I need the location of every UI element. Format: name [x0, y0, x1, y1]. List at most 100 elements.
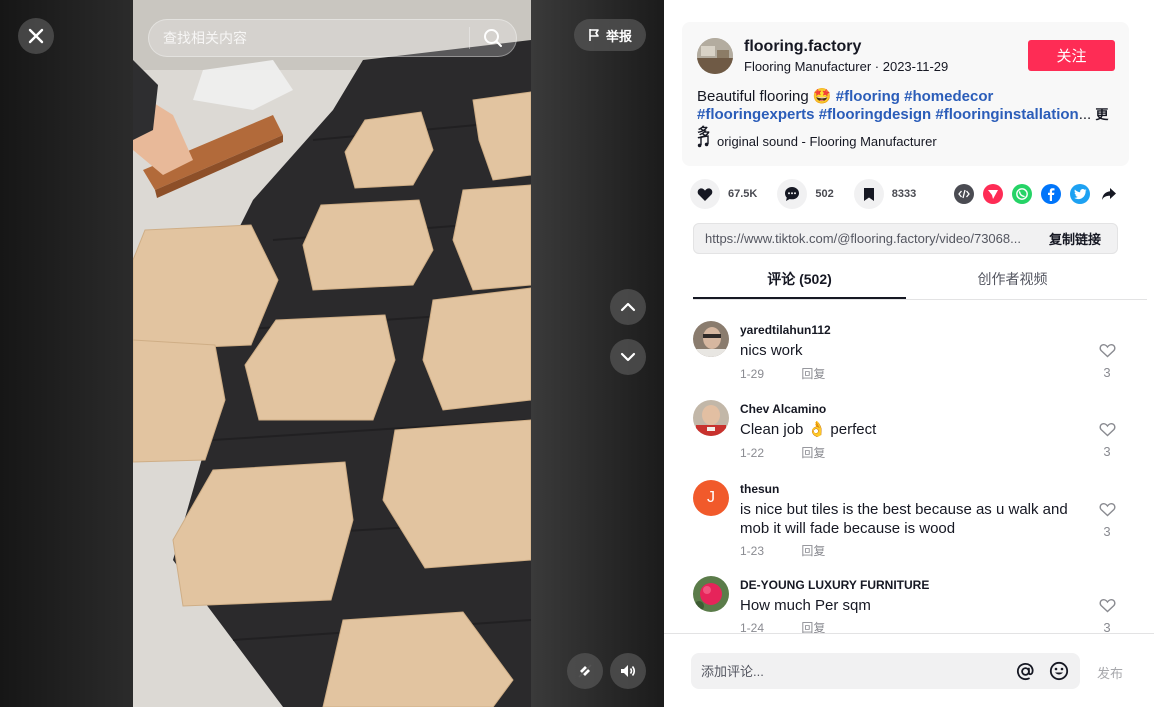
- commenter-username[interactable]: Chev Alcamino: [740, 402, 826, 416]
- reply-button[interactable]: 回复: [801, 544, 825, 558]
- twitter-icon: [1073, 188, 1086, 200]
- volume-icon: [621, 665, 636, 677]
- video-link-url[interactable]: https://www.tiktok.com/@flooring.factory…: [694, 231, 1039, 246]
- volume-button[interactable]: [610, 653, 646, 689]
- commenter-username[interactable]: yaredtilahun112: [740, 323, 831, 337]
- comment-input[interactable]: [691, 663, 1008, 679]
- flooring-video-image: [133, 0, 531, 707]
- tab-creator-videos[interactable]: 创作者视频: [906, 262, 1119, 299]
- facebook-share-button[interactable]: [1041, 184, 1061, 204]
- comment-like-button[interactable]: 3: [1097, 502, 1117, 539]
- comment-bubble-icon: [785, 187, 800, 201]
- floating-player-button[interactable]: [567, 653, 603, 689]
- author-separator: ·: [871, 59, 883, 74]
- video-frame[interactable]: [133, 0, 531, 707]
- description-text: Beautiful flooring: [697, 88, 809, 105]
- heart-outline-icon: [1099, 344, 1115, 358]
- tab-comments[interactable]: 评论 (502): [693, 262, 906, 299]
- comment-count: 502: [815, 188, 834, 200]
- music-link[interactable]: original sound - Flooring Manufacturer: [697, 134, 937, 149]
- video-detail-panel: flooring.factory Flooring Manufacturer ·…: [664, 0, 1154, 707]
- comment-text: nics work: [740, 342, 803, 359]
- hashtag-flooringexperts[interactable]: #flooringexperts: [697, 106, 815, 123]
- heart-icon: [697, 187, 713, 201]
- hashtag-flooringdesign[interactable]: #flooringdesign: [819, 106, 932, 123]
- video-search-box[interactable]: [148, 19, 517, 57]
- commenter-avatar[interactable]: [693, 321, 729, 357]
- emoji-button[interactable]: [1042, 653, 1076, 689]
- emoji-smile-icon: [1049, 661, 1069, 681]
- author-avatar[interactable]: [697, 38, 733, 74]
- comment-like-count: 3: [1103, 444, 1111, 459]
- hashtag-homedecor[interactable]: #homedecor: [904, 88, 993, 105]
- comment-like-button[interactable]: 3: [1097, 343, 1117, 380]
- save-action[interactable]: 8333: [853, 179, 916, 209]
- flag-icon: [589, 29, 599, 41]
- close-button[interactable]: [18, 18, 54, 54]
- hashtag-flooring[interactable]: #flooring: [836, 88, 900, 105]
- at-mention-icon: [1016, 662, 1034, 680]
- music-note-icon: [697, 135, 709, 148]
- save-button-circle: [853, 179, 884, 209]
- author-subline: Flooring Manufacturer · 2023-11-29: [744, 59, 948, 74]
- comment-input-box[interactable]: [691, 653, 1080, 689]
- description-ellipsis: ...: [1078, 106, 1092, 123]
- comment-list[interactable]: yaredtilahun112 nics work 1-29 回复 3 Chev…: [664, 301, 1154, 633]
- commenter-avatar-image: [693, 321, 729, 357]
- search-input[interactable]: [149, 20, 469, 56]
- hashtag-flooringinstallation[interactable]: #flooringinstallation: [935, 106, 1078, 123]
- comment-meta: 1-23 回复: [740, 542, 825, 559]
- author-card: flooring.factory Flooring Manufacturer ·…: [682, 22, 1129, 166]
- description-emoji: 🤩: [812, 88, 832, 105]
- copy-link-button[interactable]: 复制链接: [1039, 229, 1117, 248]
- reply-button[interactable]: 回复: [801, 446, 825, 460]
- comment-like-count: 3: [1103, 524, 1111, 539]
- twitter-share-button[interactable]: [1070, 184, 1090, 204]
- whatsapp-share-button[interactable]: [1012, 184, 1032, 204]
- embed-button[interactable]: [954, 184, 974, 204]
- video-link-box: https://www.tiktok.com/@flooring.factory…: [693, 223, 1118, 254]
- comment-like-button[interactable]: 3: [1097, 422, 1117, 459]
- heart-outline-icon: [1099, 599, 1115, 613]
- commenter-avatar[interactable]: [693, 576, 729, 612]
- author-avatar-image: [697, 38, 733, 74]
- comment-like-button[interactable]: 3: [1097, 598, 1117, 633]
- follow-button[interactable]: 关注: [1028, 40, 1115, 71]
- music-label: original sound - Flooring Manufacturer: [717, 134, 937, 149]
- reply-button[interactable]: 回复: [801, 367, 825, 381]
- avatar-letter: J: [707, 489, 715, 506]
- float-player-icon: [578, 664, 592, 678]
- commenter-avatar[interactable]: J: [693, 480, 729, 516]
- comment-text: Clean job 👌 perfect: [740, 421, 877, 438]
- previous-video-button[interactable]: [610, 289, 646, 325]
- comment-action[interactable]: 502: [777, 179, 834, 209]
- chevron-up-icon: [620, 302, 636, 312]
- commenter-username[interactable]: DE-YOUNG LUXURY FURNITURE: [740, 578, 929, 592]
- report-label: 举报: [605, 28, 632, 44]
- commenter-username[interactable]: thesun: [740, 482, 779, 496]
- whatsapp-icon: [1016, 188, 1028, 200]
- post-comment-button[interactable]: 发布: [1097, 663, 1123, 682]
- comment-like-count: 3: [1103, 620, 1111, 633]
- like-button-circle: [690, 179, 720, 209]
- comment-like-count: 3: [1103, 365, 1111, 380]
- comment-meta: 1-29 回复: [740, 365, 825, 382]
- search-button[interactable]: [470, 20, 516, 56]
- commenter-avatar-image: [693, 576, 729, 612]
- reply-button[interactable]: 回复: [801, 621, 825, 633]
- next-video-button[interactable]: [610, 339, 646, 375]
- comment-date: 1-24: [740, 621, 765, 633]
- send-to-friends-button[interactable]: [983, 184, 1003, 204]
- author-username[interactable]: flooring.factory: [744, 38, 861, 56]
- bookmark-icon: [863, 187, 874, 201]
- video-player[interactable]: 举报: [0, 0, 664, 707]
- video-blur-backdrop-left: [0, 0, 133, 707]
- commenter-avatar[interactable]: [693, 400, 729, 436]
- comment-tabs: 评论 (502) 创作者视频: [693, 262, 1147, 300]
- post-date: 2023-11-29: [882, 59, 949, 74]
- report-button[interactable]: 举报: [574, 19, 646, 51]
- like-action[interactable]: 67.5K: [690, 179, 757, 209]
- mention-button[interactable]: [1008, 653, 1042, 689]
- heart-outline-icon: [1099, 423, 1115, 437]
- more-share-button[interactable]: [1099, 184, 1119, 204]
